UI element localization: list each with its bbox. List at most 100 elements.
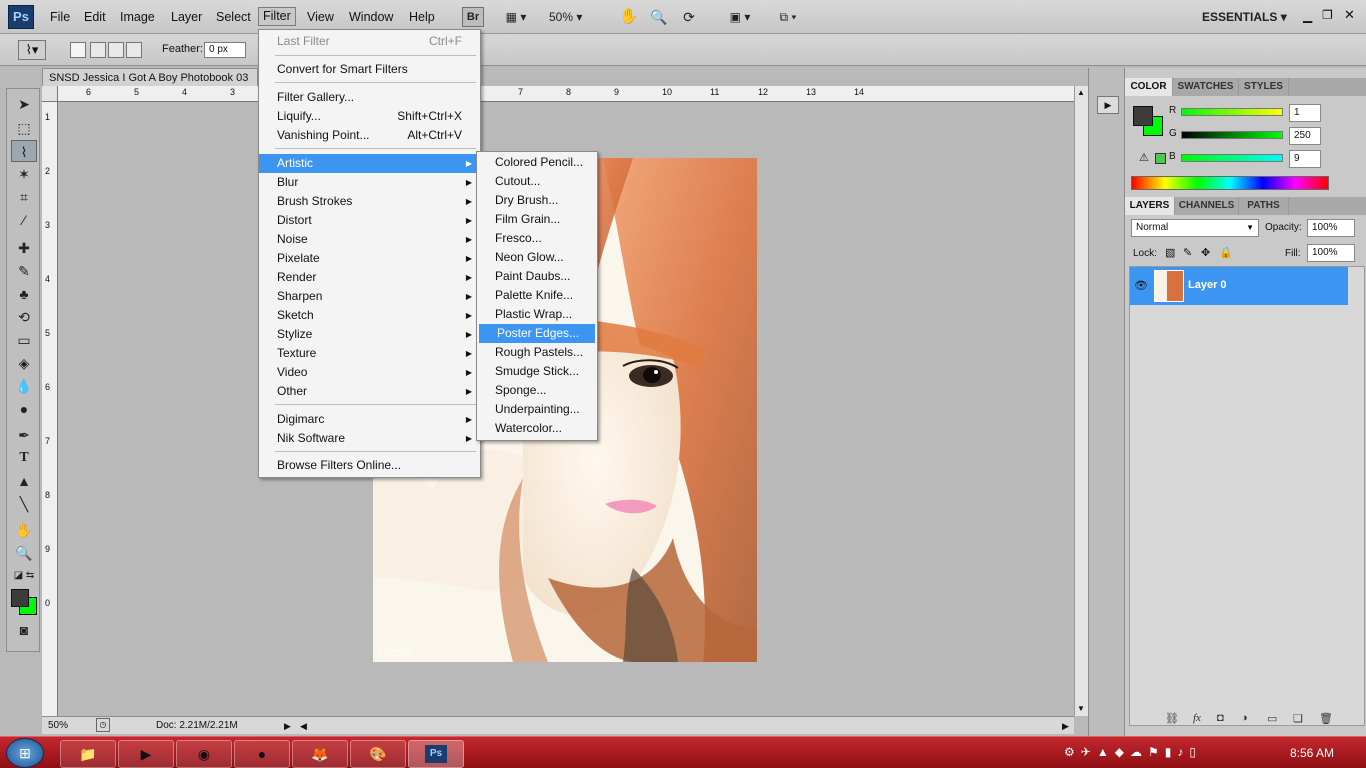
marquee-tool-icon[interactable]: ⬚ xyxy=(11,117,37,139)
layer-name[interactable]: Layer 0 xyxy=(1188,279,1227,291)
lock-position-icon[interactable]: ✥ xyxy=(1201,246,1210,259)
tab-swatches[interactable]: SWATCHES xyxy=(1173,78,1239,96)
zoom-tool-button[interactable]: 🔍 xyxy=(648,7,670,27)
layer-row[interactable]: 👁 Layer 0 xyxy=(1130,267,1348,305)
menu-image[interactable]: Image xyxy=(116,8,159,26)
menu-layer[interactable]: Layer xyxy=(167,8,206,26)
menu-filter[interactable]: Filter xyxy=(258,7,296,26)
minimize-icon[interactable]: ▁ xyxy=(1303,9,1312,23)
type-tool-icon[interactable]: T xyxy=(11,447,37,469)
restore-icon[interactable]: ❐ xyxy=(1322,8,1333,22)
menu-file[interactable]: File xyxy=(46,8,74,26)
adjustment-layer-icon[interactable]: ◑ xyxy=(1241,712,1248,724)
battery-icon[interactable]: ▯ xyxy=(1189,745,1202,759)
move-tool-icon[interactable]: ➤ xyxy=(11,93,37,115)
b-value-input[interactable]: 9 xyxy=(1289,150,1321,168)
new-layer-icon[interactable]: ❏ xyxy=(1293,712,1303,725)
tray-icon-2[interactable]: ✈ xyxy=(1081,745,1097,759)
scroll-left-icon[interactable]: ◀ xyxy=(300,718,307,734)
tab-layers[interactable]: LAYERS xyxy=(1125,197,1175,215)
vertical-scrollbar[interactable]: ▲ ▼ xyxy=(1074,86,1088,716)
crop-tool-icon[interactable]: ⌗ xyxy=(11,186,37,208)
status-menu-arrow-icon[interactable]: ▶ xyxy=(284,718,291,734)
tray-icon-5[interactable]: ☁ xyxy=(1130,745,1148,759)
link-layers-icon[interactable]: ⛓ xyxy=(1165,712,1179,725)
ruler-origin[interactable] xyxy=(42,86,58,102)
paint-bucket-icon[interactable]: ◈ xyxy=(11,352,37,374)
filter-group-other[interactable]: Other ▶ xyxy=(259,382,480,401)
scroll-right-icon[interactable]: ▶ xyxy=(1062,718,1069,734)
menu-select[interactable]: Select xyxy=(212,8,255,26)
artistic-dry-brush[interactable]: Dry Brush... xyxy=(477,191,597,210)
vanishing-point-item[interactable]: Vanishing Point... Alt+Ctrl+V xyxy=(259,126,480,145)
scroll-up-icon[interactable]: ▲ xyxy=(1077,88,1085,97)
filter-group-brush-strokes[interactable]: Brush Strokes ▶ xyxy=(259,192,480,211)
tab-channels[interactable]: CHANNELS xyxy=(1175,197,1239,215)
new-selection-button[interactable] xyxy=(70,42,86,58)
filter-group-sketch[interactable]: Sketch ▶ xyxy=(259,306,480,325)
artistic-plastic-wrap[interactable]: Plastic Wrap... xyxy=(477,305,597,324)
screen-mode-button[interactable]: ⧉ ▾ xyxy=(770,7,806,27)
layer-style-icon[interactable]: fx xyxy=(1193,712,1201,724)
fill-input[interactable]: 100% xyxy=(1307,244,1355,262)
document-tab[interactable]: SNSD Jessica I Got A Boy Photobook 03 xyxy=(42,68,258,88)
menu-edit[interactable]: Edit xyxy=(80,8,110,26)
network-icon[interactable]: ▮ xyxy=(1165,745,1178,759)
intersect-selection-button[interactable] xyxy=(126,42,142,58)
lock-all-icon[interactable]: 🔒 xyxy=(1219,246,1233,259)
tab-styles[interactable]: STYLES xyxy=(1239,78,1289,96)
blur-tool-icon[interactable]: 💧 xyxy=(11,375,37,397)
convert-smart-filters-item[interactable]: Convert for Smart Filters xyxy=(259,60,480,79)
hand-tool-icon[interactable]: ✋ xyxy=(11,519,37,541)
taskbar-chrome[interactable]: ◉ xyxy=(176,740,232,768)
tray-icon-4[interactable]: ◆ xyxy=(1115,745,1130,759)
color-ramp[interactable] xyxy=(1131,176,1329,190)
tool-preset-picker[interactable]: ⌇▾ xyxy=(18,40,46,60)
artistic-smudge-stick[interactable]: Smudge Stick... xyxy=(477,362,597,381)
brush-tool-icon[interactable]: ✎ xyxy=(11,260,37,282)
filter-group-artistic[interactable]: Artistic ▶ xyxy=(259,154,480,173)
lock-image-icon[interactable]: ✎ xyxy=(1183,246,1192,259)
arrange-documents-button[interactable]: ▣ ▾ xyxy=(722,7,758,27)
liquify-item[interactable]: Liquify... Shift+Ctrl+X xyxy=(259,107,480,126)
filter-group-blur[interactable]: Blur ▶ xyxy=(259,173,480,192)
add-selection-button[interactable] xyxy=(90,42,106,58)
status-zoom[interactable]: 50% xyxy=(48,718,68,734)
eyedropper-icon[interactable]: ⁄ xyxy=(11,209,37,231)
artistic-sponge[interactable]: Sponge... xyxy=(477,381,597,400)
quick-mask-icon[interactable]: ◙ xyxy=(11,619,37,641)
play-action-icon[interactable]: ▶ xyxy=(1097,96,1119,114)
filter-group-nik-software[interactable]: Nik Software ▶ xyxy=(259,429,480,448)
artistic-poster-edges[interactable]: Poster Edges... xyxy=(479,324,595,343)
filter-group-render[interactable]: Render ▶ xyxy=(259,268,480,287)
volume-icon[interactable]: ♪ xyxy=(1177,745,1189,759)
tray-icon-1[interactable]: ⚙ xyxy=(1064,745,1081,759)
tab-color[interactable]: COLOR xyxy=(1125,78,1173,96)
magic-wand-icon[interactable]: ✶ xyxy=(11,163,37,185)
lock-transparent-icon[interactable]: ▧ xyxy=(1165,246,1175,259)
artistic-colored-pencil[interactable]: Colored Pencil... xyxy=(477,153,597,172)
zoom-tool-icon[interactable]: 🔍 xyxy=(11,542,37,564)
b-slider[interactable] xyxy=(1181,154,1283,162)
tab-paths[interactable]: PATHS xyxy=(1239,197,1289,215)
eraser-icon[interactable]: ▭ xyxy=(11,329,37,351)
last-filter-item[interactable]: Last Filter Ctrl+F xyxy=(259,32,480,51)
view-extras-button[interactable]: ▦ ▾ xyxy=(498,7,534,27)
g-value-input[interactable]: 250 xyxy=(1289,127,1321,145)
dodge-tool-icon[interactable]: ● xyxy=(11,398,37,420)
artistic-underpainting[interactable]: Underpainting... xyxy=(477,400,597,419)
bridge-button[interactable]: Br xyxy=(462,7,484,27)
gamut-color-swatch[interactable] xyxy=(1155,153,1166,164)
layer-mask-icon[interactable]: ◘ xyxy=(1217,712,1224,724)
history-brush-icon[interactable]: ⟲ xyxy=(11,306,37,328)
foreground-color-swatch[interactable] xyxy=(11,589,29,607)
menu-window[interactable]: Window xyxy=(345,8,397,26)
lasso-tool-icon[interactable]: ⌇ xyxy=(11,140,37,162)
g-slider[interactable] xyxy=(1181,131,1283,139)
scroll-down-icon[interactable]: ▼ xyxy=(1077,704,1085,713)
status-info-icon[interactable]: ◷ xyxy=(96,718,110,732)
tray-icon-3[interactable]: ▲ xyxy=(1097,745,1115,759)
filter-group-pixelate[interactable]: Pixelate ▶ xyxy=(259,249,480,268)
artistic-neon-glow[interactable]: Neon Glow... xyxy=(477,248,597,267)
blend-mode-dropdown[interactable]: Normal ▼ xyxy=(1131,219,1259,237)
